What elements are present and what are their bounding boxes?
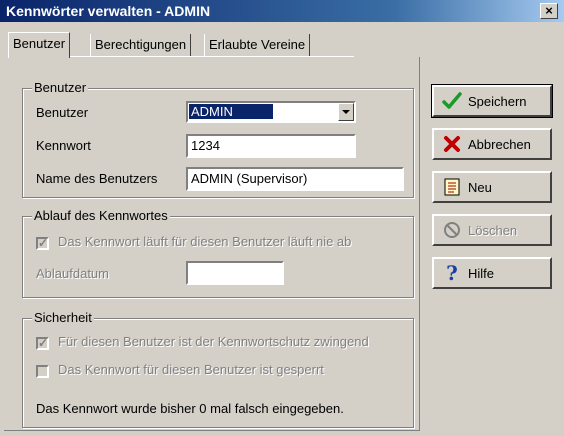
help-button[interactable]: ? Hilfe: [432, 257, 552, 289]
new-button-label: Neu: [468, 179, 492, 195]
cancel-button-label: Abbrechen: [468, 136, 531, 152]
close-icon: ×: [545, 3, 553, 18]
password-label: Kennwort: [36, 138, 91, 153]
ablauf-group: [22, 216, 414, 298]
locked-label: Das Kennwort für diesen Benutzer ist ges…: [58, 362, 324, 377]
save-button[interactable]: Speichern: [431, 84, 553, 118]
user-select-value: ADMIN: [189, 104, 273, 119]
tab-erlaubte-vereine[interactable]: Erlaubte Vereine: [204, 34, 311, 56]
expiry-label: Ablaufdatum: [36, 266, 109, 281]
help-button-label: Hilfe: [468, 265, 495, 281]
tab-benutzer[interactable]: Benutzer: [8, 32, 71, 58]
chevron-down-icon[interactable]: [338, 103, 354, 121]
user-label: Benutzer: [36, 105, 89, 120]
mandatory-checkbox[interactable]: [36, 336, 49, 350]
name-label: Name des Benutzers: [36, 171, 158, 186]
user-select[interactable]: ADMIN: [186, 101, 356, 123]
save-button-label: Speichern: [468, 93, 527, 109]
password-field[interactable]: 1234: [186, 134, 356, 158]
document-icon: [442, 177, 462, 197]
delete-button[interactable]: Löschen: [432, 214, 552, 246]
cancel-button[interactable]: Abbrechen: [432, 128, 552, 160]
check-icon: [442, 91, 462, 111]
fail-count-text: Das Kennwort wurde bisher 0 mal falsch e…: [36, 401, 344, 416]
mandatory-label: Für diesen Benutzer ist der Kennwortschu…: [58, 334, 369, 349]
benutzer-group-legend: Benutzer: [32, 80, 89, 95]
new-button[interactable]: Neu: [432, 171, 552, 203]
name-field[interactable]: ADMIN (Supervisor): [186, 167, 404, 191]
x-icon: [442, 134, 462, 154]
expiry-date-field[interactable]: [186, 261, 284, 285]
locked-checkbox[interactable]: [36, 365, 49, 378]
no-entry-icon: [442, 220, 462, 240]
never-expires-checkbox[interactable]: [36, 236, 49, 250]
delete-button-label: Löschen: [468, 222, 518, 238]
window-title: Kennwörter verwalten - ADMIN: [6, 3, 211, 19]
tab-berechtigungen[interactable]: Berechtigungen: [90, 34, 192, 56]
ablauf-group-legend: Ablauf des Kennwortes: [32, 208, 170, 223]
question-icon: ?: [446, 261, 458, 285]
never-expires-label: Das Kennwort läuft für diesen Benutzer l…: [58, 234, 352, 249]
close-button[interactable]: ×: [540, 3, 558, 19]
sicherheit-group-legend: Sicherheit: [32, 310, 94, 325]
